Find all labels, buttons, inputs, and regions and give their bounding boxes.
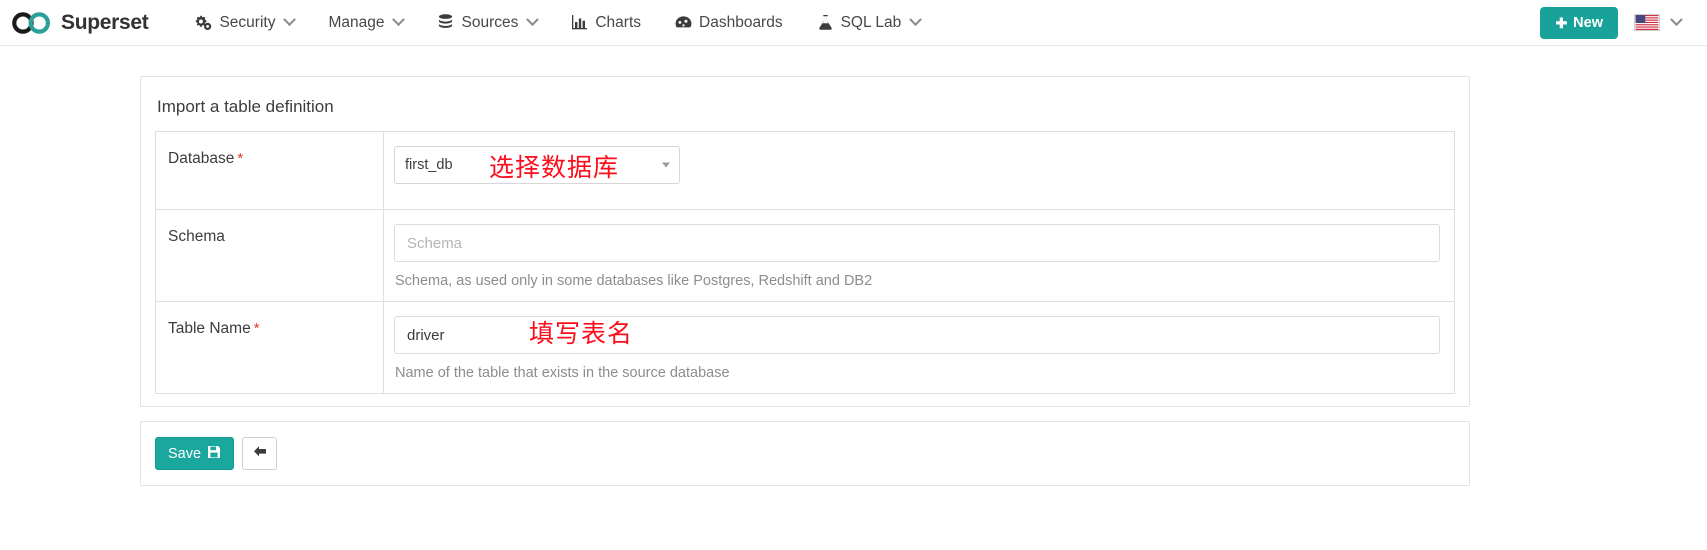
nav-item-charts[interactable]: Charts: [554, 0, 658, 46]
navbar-right-actions: ✚ New: [1540, 6, 1691, 39]
form-row-table-name: Table Name* 填写表名 Name of the table that …: [155, 301, 1455, 394]
table-name-help-text: Name of the table that exists in the sou…: [395, 365, 730, 381]
save-button[interactable]: Save: [155, 437, 235, 470]
nav-item-sources-label: Sources: [461, 13, 519, 31]
database-field-cell: first_db 选择数据库: [384, 132, 1455, 210]
form-actions-panel: Save: [140, 421, 1470, 486]
navbar-menu: Security Manage Sources Charts Dashboard…: [178, 0, 937, 46]
page-title: Import a table definition: [157, 97, 334, 116]
chevron-down-icon: [662, 162, 670, 168]
nav-item-sql-lab-label: SQL Lab: [840, 13, 902, 31]
table-name-label: Table Name: [168, 320, 251, 337]
chevron-down-icon: [283, 13, 297, 27]
page-body: Import a table definition Database * firs…: [0, 46, 1707, 486]
top-navbar: Superset Security Manage Sources Charts …: [0, 0, 1707, 46]
nav-item-dashboards-label: Dashboards: [699, 13, 783, 31]
required-marker: *: [237, 150, 244, 167]
us-flag-icon: [1634, 14, 1660, 31]
table-name-label-cell: Table Name *: [155, 301, 384, 394]
table-name-input[interactable]: [394, 316, 1440, 354]
arrow-left-icon: [253, 445, 267, 462]
schema-label: Schema: [168, 228, 225, 245]
new-button-label: New: [1573, 14, 1603, 31]
form-row-database: Database * first_db 选择数据库: [155, 131, 1455, 210]
database-icon: [437, 14, 454, 31]
database-select[interactable]: first_db: [394, 146, 680, 184]
nav-item-charts-label: Charts: [595, 13, 642, 31]
import-table-form: Database * first_db 选择数据库 Schema Schema …: [155, 131, 1455, 394]
nav-item-manage-label: Manage: [328, 13, 385, 31]
chevron-down-icon: [1670, 13, 1683, 27]
plus-icon: ✚: [1555, 14, 1568, 31]
back-button[interactable]: [242, 437, 278, 470]
schema-input[interactable]: [394, 224, 1440, 262]
nav-item-manage[interactable]: Manage: [311, 0, 420, 46]
database-label-cell: Database *: [155, 131, 384, 210]
nav-item-dashboards[interactable]: Dashboards: [658, 0, 800, 46]
save-button-label: Save: [168, 445, 202, 462]
table-name-field-cell: 填写表名 Name of the table that exists in th…: [384, 302, 1455, 394]
nav-item-security-label: Security: [219, 13, 276, 31]
schema-label-cell: Schema: [155, 209, 384, 302]
nav-item-sources[interactable]: Sources: [420, 0, 554, 46]
language-selector[interactable]: [1634, 13, 1683, 31]
brand-title: Superset: [61, 10, 149, 34]
import-table-panel-wrapper: Import a table definition Database * firs…: [140, 76, 1470, 407]
required-marker: *: [253, 320, 260, 337]
dashboard-icon: [675, 14, 692, 31]
form-row-schema: Schema Schema, as used only in some data…: [155, 209, 1455, 302]
import-table-panel: Import a table definition Database * firs…: [140, 76, 1470, 407]
nav-item-security[interactable]: Security: [178, 0, 311, 46]
chevron-down-icon: [392, 13, 406, 27]
chevron-down-icon: [909, 13, 923, 27]
bar-chart-icon: [571, 14, 588, 31]
brand-home-link[interactable]: Superset: [8, 10, 149, 35]
nav-item-sql-lab[interactable]: SQL Lab: [800, 0, 938, 46]
schema-help-text: Schema, as used only in some databases l…: [395, 273, 873, 289]
schema-field-cell: Schema, as used only in some databases l…: [384, 210, 1455, 302]
gears-icon: [195, 14, 212, 31]
floppy-disk-icon: [207, 445, 221, 463]
chevron-down-icon: [526, 13, 540, 27]
database-label: Database: [168, 150, 235, 167]
database-selected-value: first_db: [405, 157, 453, 173]
flask-icon: [817, 14, 834, 31]
new-button[interactable]: ✚ New: [1540, 6, 1618, 39]
infinity-logo-icon: [12, 11, 52, 34]
